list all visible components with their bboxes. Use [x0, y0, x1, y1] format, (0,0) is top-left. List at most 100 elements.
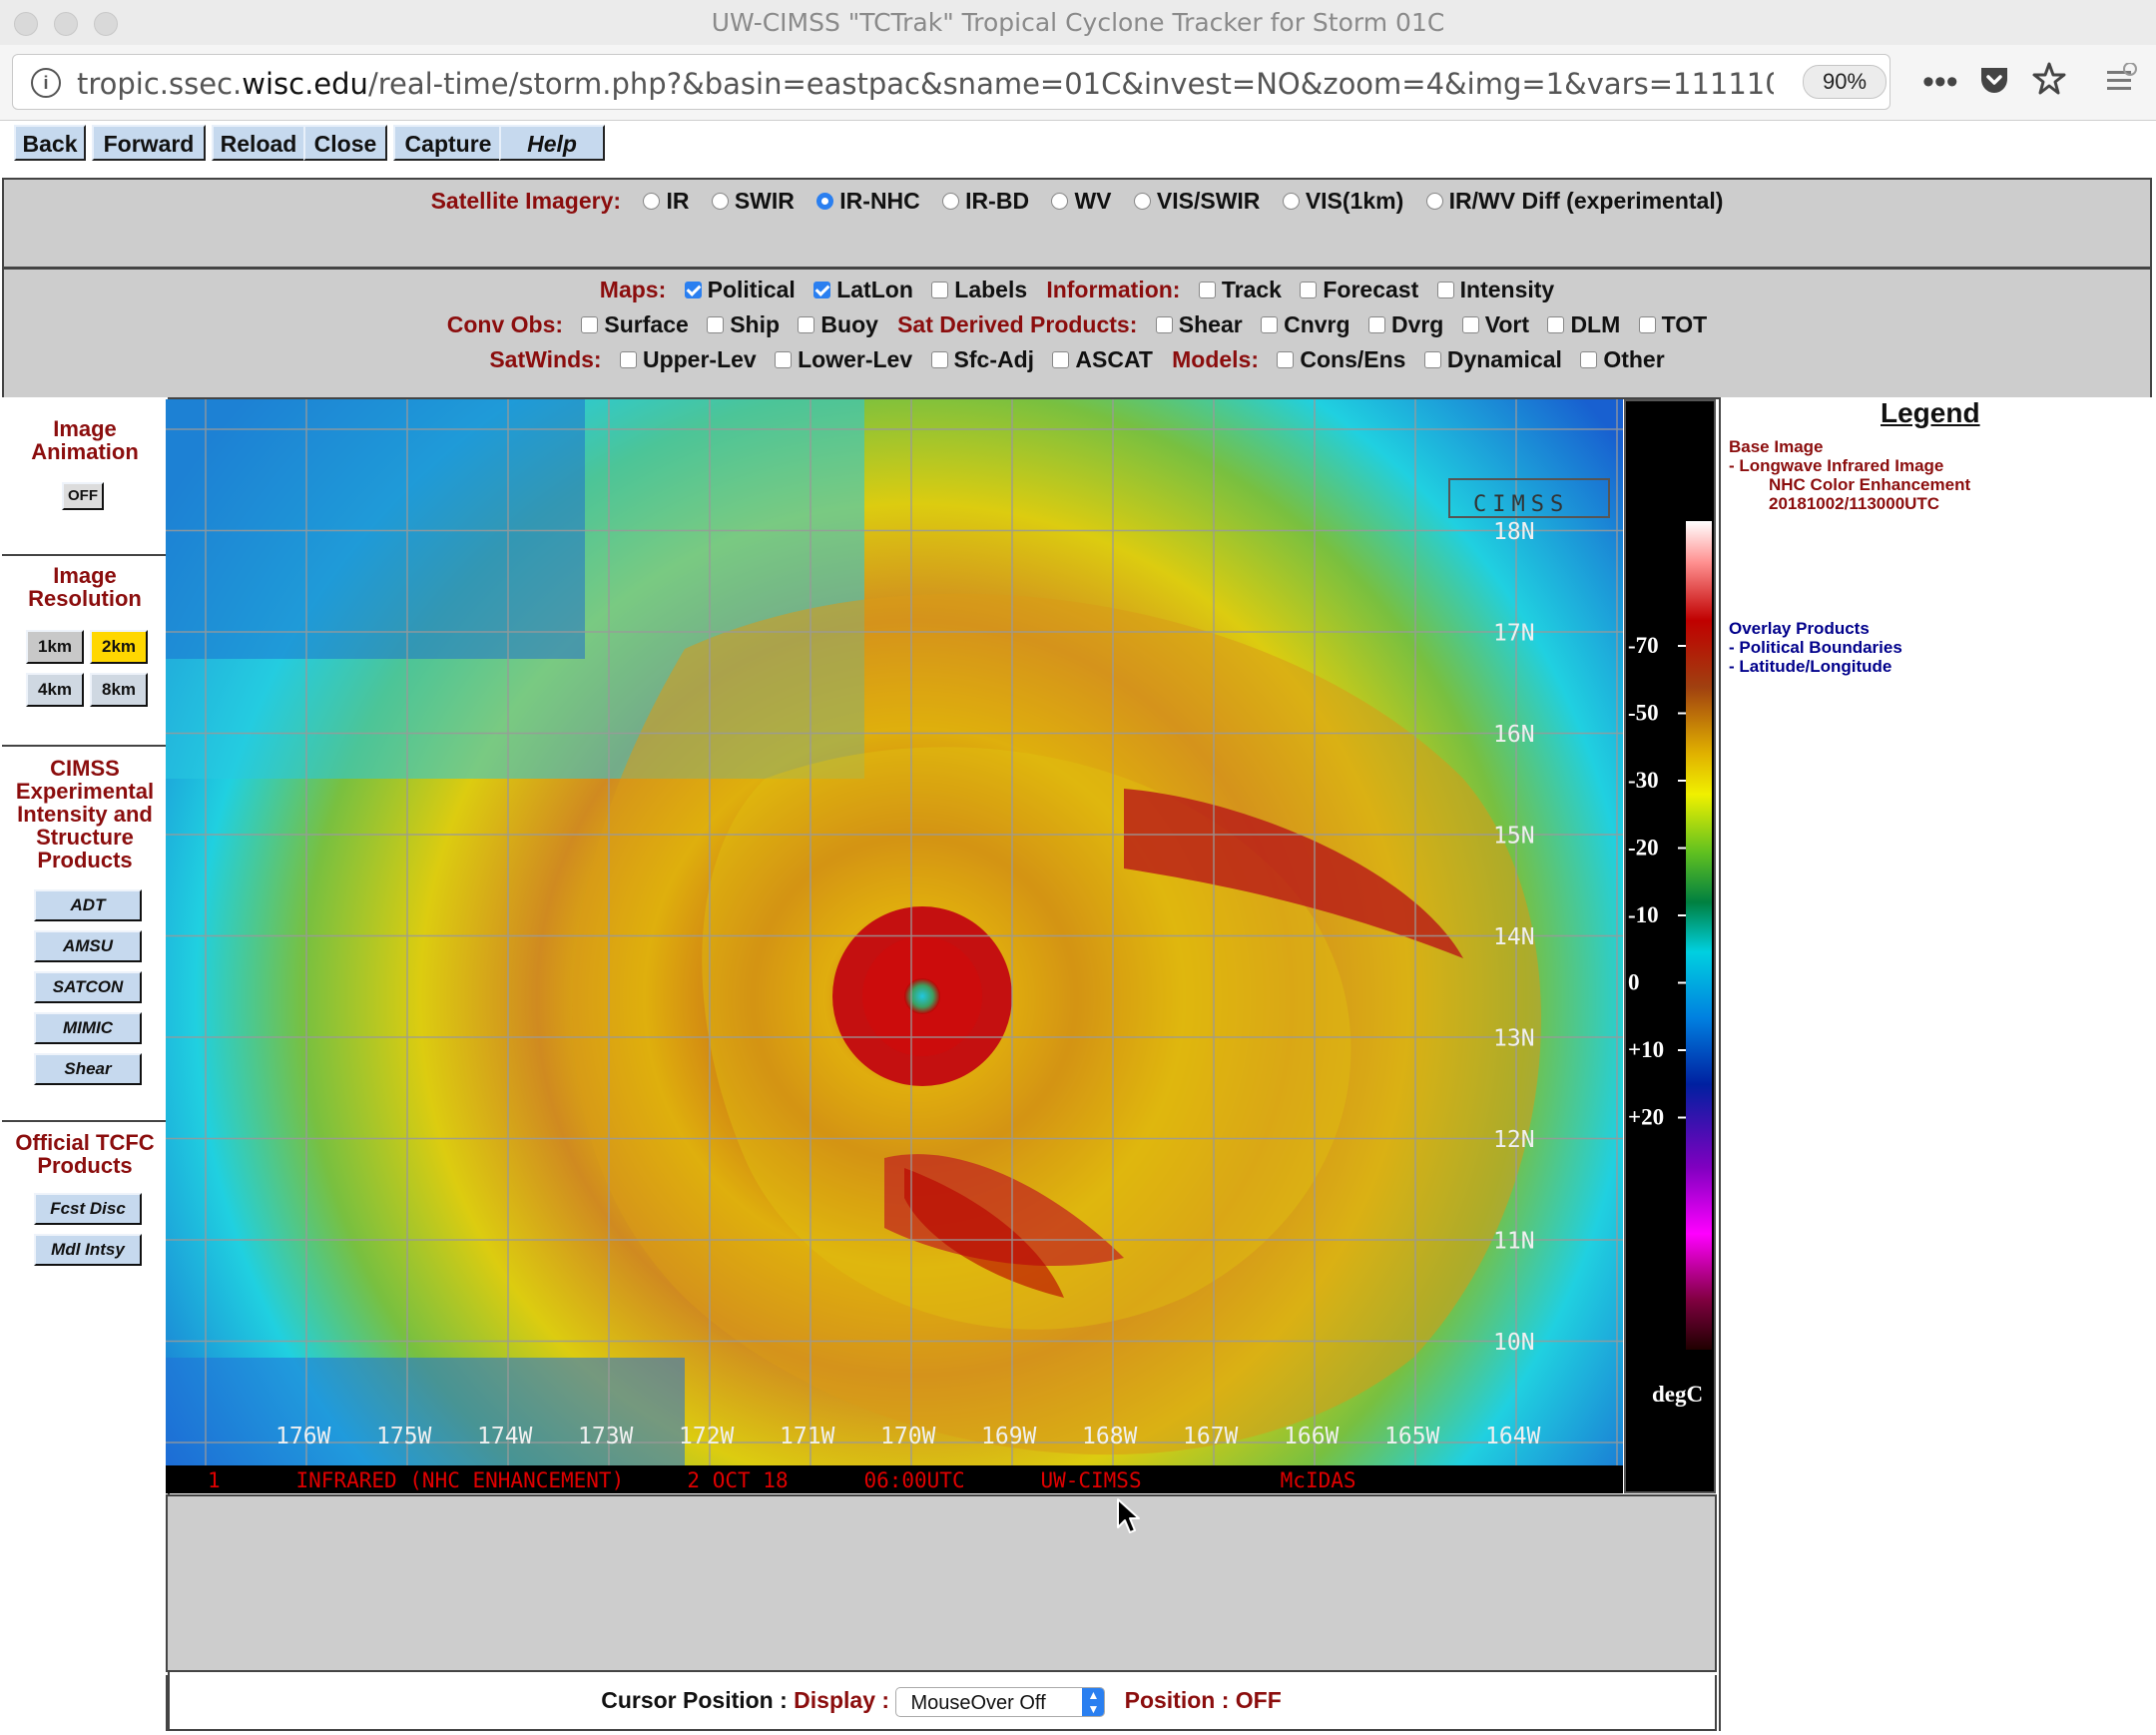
- label-track: Track: [1221, 277, 1282, 302]
- checkbox-shear[interactable]: [1155, 315, 1173, 333]
- colorbar-tick-label: +10: [1628, 1037, 1664, 1062]
- mimic-button[interactable]: MIMIC: [34, 1012, 142, 1044]
- left-sidebar: Image Animation OFF Image Resolution 1km 2…: [2, 397, 170, 1731]
- radio-swir[interactable]: [711, 192, 729, 210]
- pocket-icon[interactable]: [1977, 63, 2011, 103]
- checkbox-forecast[interactable]: [1300, 281, 1318, 298]
- tcfc-products-title: Official TCFC Products: [15, 1130, 155, 1178]
- close-button[interactable]: Close: [303, 125, 387, 161]
- resolution-title: Image Resolution: [28, 563, 142, 611]
- radio-wv[interactable]: [1051, 192, 1069, 210]
- display-label: Display :: [794, 1687, 890, 1714]
- address-bar[interactable]: i tropic.ssec.wisc.edu/real-time/storm.p…: [12, 54, 1890, 110]
- option-ir-wv-diff: IR/WV Diff (experimental): [1448, 188, 1724, 214]
- radio-ir-nhc[interactable]: [816, 192, 834, 210]
- colorbar-tick-label: -50: [1628, 701, 1659, 726]
- checkbox-ship[interactable]: [707, 315, 725, 333]
- longitude-label: 164W: [1485, 1424, 1541, 1449]
- colorbar-unit: degC: [1652, 1382, 1703, 1407]
- checkbox-ascat[interactable]: [1052, 350, 1070, 368]
- models-label: Models:: [1172, 346, 1259, 372]
- back-button[interactable]: Back: [14, 125, 86, 161]
- label-shear: Shear: [1178, 311, 1243, 337]
- checkbox-sfc-adj[interactable]: [930, 350, 948, 368]
- shear-button[interactable]: Shear: [34, 1053, 142, 1085]
- checkbox-labels[interactable]: [931, 281, 949, 298]
- conv-obs-label: Conv Obs:: [446, 311, 564, 337]
- colorbar-tick-label: 0: [1628, 970, 1640, 995]
- checkbox-dlm[interactable]: [1547, 315, 1565, 333]
- mdl-intsy-button[interactable]: Mdl Intsy: [34, 1234, 142, 1266]
- legend-panel: Legend Base Image - Longwave Infrared Im…: [1719, 397, 2156, 1731]
- sidebar-divider: [2, 745, 168, 747]
- res-4km-button[interactable]: 4km: [26, 673, 84, 707]
- latitude-label: 14N: [1493, 924, 1535, 950]
- checkbox-tot[interactable]: [1638, 315, 1656, 333]
- label-dvrg: Dvrg: [1390, 311, 1444, 337]
- mouse-pointer-icon: [1117, 1498, 1140, 1533]
- label-tot: TOT: [1661, 311, 1708, 337]
- label-ship: Ship: [730, 311, 781, 337]
- checkbox-cons-ens[interactable]: [1277, 350, 1295, 368]
- temperature-color-bar: -70 -50 -30 -20 -10 0 +10 +20 degC: [1624, 399, 1716, 1493]
- radio-ir-wv-diff[interactable]: [1425, 192, 1443, 210]
- option-vis-1km: VIS(1km): [1305, 188, 1404, 214]
- longitude-label: 176W: [275, 1424, 331, 1449]
- info-icon[interactable]: i: [31, 68, 61, 98]
- bookmark-star-icon[interactable]: [2031, 61, 2067, 103]
- url-text[interactable]: tropic.ssec.wisc.edu/real-time/storm.php…: [77, 67, 1774, 101]
- option-wv: WV: [1074, 188, 1112, 214]
- reload-button[interactable]: Reload: [212, 125, 305, 161]
- capture-button[interactable]: Capture: [393, 125, 503, 161]
- animation-title: Image Animation: [31, 416, 139, 464]
- longitude-label: 175W: [376, 1424, 432, 1449]
- radio-vis-swir[interactable]: [1133, 192, 1151, 210]
- colorbar-tick-label: -30: [1628, 768, 1659, 793]
- label-latlon: LatLon: [836, 277, 913, 302]
- latitude-label: 17N: [1493, 621, 1535, 647]
- checkbox-vort[interactable]: [1461, 315, 1479, 333]
- satellite-image[interactable]: 18N 17N 16N 15N 14N 13N 12N 11N 10N 176W 175W 174W…: [166, 399, 1623, 1493]
- colorbar-tick-label: -20: [1628, 836, 1659, 861]
- checkbox-dvrg[interactable]: [1367, 315, 1385, 333]
- label-dlm: DLM: [1570, 311, 1621, 337]
- checkbox-intensity[interactable]: [1436, 281, 1454, 298]
- animation-toggle-button[interactable]: OFF: [62, 482, 104, 510]
- cursor-position-bar: Cursor Position : Display : MouseOver Of…: [166, 1675, 1717, 1731]
- satcon-button[interactable]: SATCON: [34, 971, 142, 1003]
- latitude-label: 12N: [1493, 1127, 1535, 1153]
- fcst-disc-button[interactable]: Fcst Disc: [34, 1193, 142, 1225]
- help-button[interactable]: Help: [499, 125, 605, 161]
- label-forecast: Forecast: [1323, 277, 1419, 302]
- zoom-level-badge[interactable]: 90%: [1803, 65, 1886, 99]
- latitude-label: 18N: [1493, 519, 1535, 545]
- longitude-label: 165W: [1384, 1424, 1440, 1449]
- amsu-button[interactable]: AMSU: [34, 930, 142, 962]
- colorbar-tick-label: -10: [1628, 902, 1659, 927]
- radio-vis-1km[interactable]: [1282, 192, 1300, 210]
- res-8km-button[interactable]: 8km: [90, 673, 148, 707]
- adt-button[interactable]: ADT: [34, 889, 142, 921]
- forward-button[interactable]: Forward: [92, 125, 206, 161]
- checkbox-other[interactable]: [1580, 350, 1598, 368]
- checkbox-latlon[interactable]: [813, 281, 831, 298]
- res-2km-button[interactable]: 2km: [90, 630, 148, 664]
- label-buoy: Buoy: [820, 311, 878, 337]
- menu-icon[interactable]: [2104, 62, 2138, 103]
- radio-ir[interactable]: [643, 192, 661, 210]
- checkbox-dynamical[interactable]: [1423, 350, 1441, 368]
- checkbox-upper-lev[interactable]: [619, 350, 637, 368]
- checkbox-political[interactable]: [684, 281, 702, 298]
- checkbox-surface[interactable]: [581, 315, 599, 333]
- checkbox-track[interactable]: [1198, 281, 1216, 298]
- res-1km-button[interactable]: 1km: [26, 630, 84, 664]
- checkbox-lower-lev[interactable]: [775, 350, 793, 368]
- latitude-label: 10N: [1493, 1330, 1535, 1356]
- checkbox-cnvrg[interactable]: [1261, 315, 1279, 333]
- checkbox-buoy[interactable]: [798, 315, 815, 333]
- radio-ir-bd[interactable]: [942, 192, 960, 210]
- display-mode-select[interactable]: MouseOver Off ▲ ▼: [895, 1687, 1106, 1717]
- more-actions-icon[interactable]: •••: [1922, 65, 1958, 99]
- label-cons-ens: Cons/Ens: [1300, 346, 1406, 372]
- cursor-position-label: Cursor Position :: [601, 1687, 788, 1714]
